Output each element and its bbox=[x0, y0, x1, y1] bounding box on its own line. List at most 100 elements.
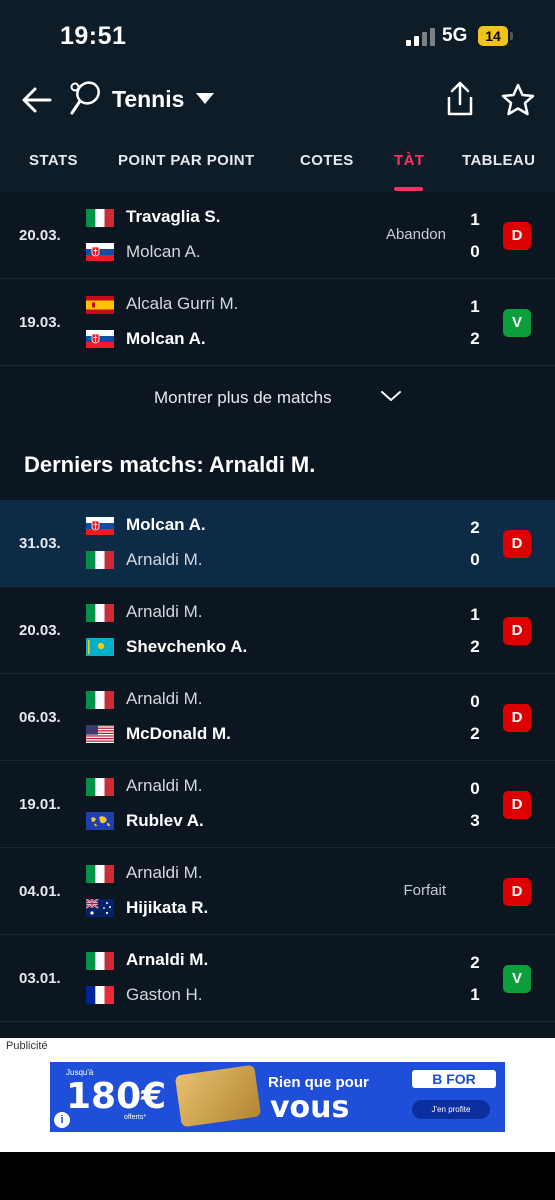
player-2-name: Gaston H. bbox=[126, 985, 203, 1004]
app-screen: 19:51 5G 14 Tennis STATS POINT PAR POINT… bbox=[0, 0, 555, 1200]
world-flag-icon bbox=[86, 812, 114, 830]
tennis-racket-icon[interactable] bbox=[68, 80, 102, 118]
match-date: 20.03. bbox=[19, 622, 61, 639]
chevron-down-icon bbox=[381, 391, 401, 401]
active-tab-indicator bbox=[394, 187, 423, 191]
italy-flag-icon bbox=[86, 691, 114, 709]
match-date: 06.03. bbox=[19, 709, 61, 726]
italy-flag-icon bbox=[86, 209, 114, 227]
player-1-name: Travaglia S. bbox=[126, 207, 221, 226]
result-badge: D bbox=[503, 878, 531, 906]
ad-tagline-1: Rien que pour bbox=[268, 1074, 369, 1091]
status-bar: 19:51 5G 14 bbox=[0, 0, 555, 72]
sport-title[interactable]: Tennis bbox=[112, 86, 184, 113]
match-row[interactable]: 20.03. Arnaldi M. Shevchenko A. 1 2 D bbox=[0, 587, 555, 674]
match-date: 19.03. bbox=[19, 314, 61, 331]
italy-flag-icon bbox=[86, 551, 114, 569]
match-date: 20.03. bbox=[19, 227, 61, 244]
tab-bar: STATS POINT PAR POINT COTES TÀT TABLEAU bbox=[0, 130, 555, 193]
match-note: Forfait bbox=[403, 882, 446, 899]
status-time: 19:51 bbox=[60, 22, 127, 50]
tab-tat[interactable]: TÀT bbox=[394, 152, 424, 169]
player-1-score: 1 bbox=[470, 605, 480, 624]
match-row[interactable]: 06.03. Arnaldi M. McDonald M. 0 2 D bbox=[0, 674, 555, 761]
section-header: Derniers matchs: Arnaldi M. bbox=[0, 430, 555, 500]
usa-flag-icon bbox=[86, 725, 114, 743]
player-1-score: 0 bbox=[470, 692, 480, 711]
match-row[interactable]: 03.01. Arnaldi M. Gaston H. 2 1 V bbox=[0, 935, 555, 1022]
favorite-star-icon[interactable] bbox=[500, 82, 536, 118]
player-2-score: 2 bbox=[470, 329, 480, 348]
player-1-name: Arnaldi M. bbox=[126, 863, 203, 882]
player-2-score: 1 bbox=[470, 985, 480, 1004]
back-arrow-icon[interactable] bbox=[20, 82, 56, 118]
match-date: 31.03. bbox=[19, 535, 61, 552]
italy-flag-icon bbox=[86, 952, 114, 970]
player-1-name: Arnaldi M. bbox=[126, 689, 203, 708]
match-date: 04.01. bbox=[19, 883, 61, 900]
france-flag-icon bbox=[86, 986, 114, 1004]
player-1-score: 2 bbox=[470, 953, 480, 972]
ad-cta-button[interactable]: J'en profite bbox=[412, 1100, 490, 1119]
result-badge: D bbox=[503, 530, 531, 558]
player-2-name: Hijikata R. bbox=[126, 898, 209, 917]
share-icon[interactable] bbox=[443, 80, 477, 118]
italy-flag-icon bbox=[86, 604, 114, 622]
ad-amount: 180€ bbox=[66, 1076, 167, 1117]
player-2-score: 2 bbox=[470, 724, 480, 743]
tab-point-par-point[interactable]: POINT PAR POINT bbox=[118, 152, 255, 169]
result-badge: V bbox=[503, 965, 531, 993]
player-1-name: Arnaldi M. bbox=[126, 776, 203, 795]
show-more-button[interactable]: Montrer plus de matchs bbox=[0, 366, 555, 431]
slovakia-flag-icon bbox=[86, 243, 114, 261]
show-more-label: Montrer plus de matchs bbox=[154, 388, 332, 407]
result-badge: D bbox=[503, 791, 531, 819]
match-date: 03.01. bbox=[19, 970, 61, 987]
kazakhstan-flag-icon bbox=[86, 638, 114, 656]
ad-tagline-2: vous bbox=[270, 1090, 350, 1125]
player-1-score: 0 bbox=[470, 779, 480, 798]
ad-brand-logo: B FOR bbox=[412, 1070, 496, 1088]
player-2-name: Shevchenko A. bbox=[126, 637, 248, 656]
tab-stats[interactable]: STATS bbox=[29, 152, 78, 169]
ad-info-icon[interactable]: i bbox=[54, 1112, 70, 1128]
match-row[interactable]: 20.03. Travaglia S. Molcan A. Abandon 1 0 D bbox=[0, 192, 555, 279]
slovakia-flag-icon bbox=[86, 330, 114, 348]
player-1-name: Arnaldi M. bbox=[126, 602, 203, 621]
bottom-bar bbox=[0, 1152, 555, 1200]
player-2-name: Molcan A. bbox=[126, 329, 206, 348]
player-2-name: McDonald M. bbox=[126, 724, 231, 743]
match-date: 19.01. bbox=[19, 796, 61, 813]
slovakia-flag-icon bbox=[86, 517, 114, 535]
italy-flag-icon bbox=[86, 778, 114, 796]
ad-card-image bbox=[174, 1064, 262, 1128]
dropdown-caret-icon[interactable] bbox=[196, 93, 214, 104]
player-1-name: Alcala Gurri M. bbox=[126, 294, 239, 313]
tab-tableau[interactable]: TABLEAU bbox=[462, 152, 535, 169]
match-note: Abandon bbox=[385, 226, 446, 243]
signal-icon bbox=[406, 28, 436, 46]
result-badge: D bbox=[503, 222, 531, 250]
player-2-score: 3 bbox=[470, 811, 480, 830]
player-2-name: Rublev A. bbox=[126, 811, 204, 830]
italy-flag-icon bbox=[86, 865, 114, 883]
match-row[interactable]: 04.01. Arnaldi M. Hijikata R. Forfait D bbox=[0, 848, 555, 935]
match-row[interactable]: 19.03. Alcala Gurri M. Molcan A. 1 2 V bbox=[0, 279, 555, 366]
ad-label: Publicité bbox=[6, 1040, 48, 1052]
player-1-score: 1 bbox=[470, 297, 480, 316]
section-title: Derniers matchs: Arnaldi M. bbox=[24, 452, 316, 477]
match-row[interactable]: 31.03. Molcan A. Arnaldi M. 2 0 D bbox=[0, 500, 555, 587]
ad-banner[interactable]: Jusqu'à 180€ offerts* Rien que pour vous… bbox=[50, 1062, 505, 1132]
player-2-name: Arnaldi M. bbox=[126, 550, 203, 569]
result-badge: D bbox=[503, 617, 531, 645]
tab-cotes[interactable]: COTES bbox=[300, 152, 354, 169]
network-type: 5G bbox=[442, 25, 468, 46]
result-badge: D bbox=[503, 704, 531, 732]
player-1-score: 1 bbox=[470, 210, 480, 229]
player-2-name: Molcan A. bbox=[126, 242, 201, 261]
ad-area: Publicité Jusqu'à 180€ offerts* Rien que… bbox=[0, 1038, 555, 1152]
match-row[interactable]: 19.01. Arnaldi M. Rublev A. 0 3 D bbox=[0, 761, 555, 848]
player-2-score: 0 bbox=[470, 550, 480, 569]
battery-icon: 14 bbox=[478, 26, 513, 46]
player-1-name: Molcan A. bbox=[126, 515, 206, 534]
